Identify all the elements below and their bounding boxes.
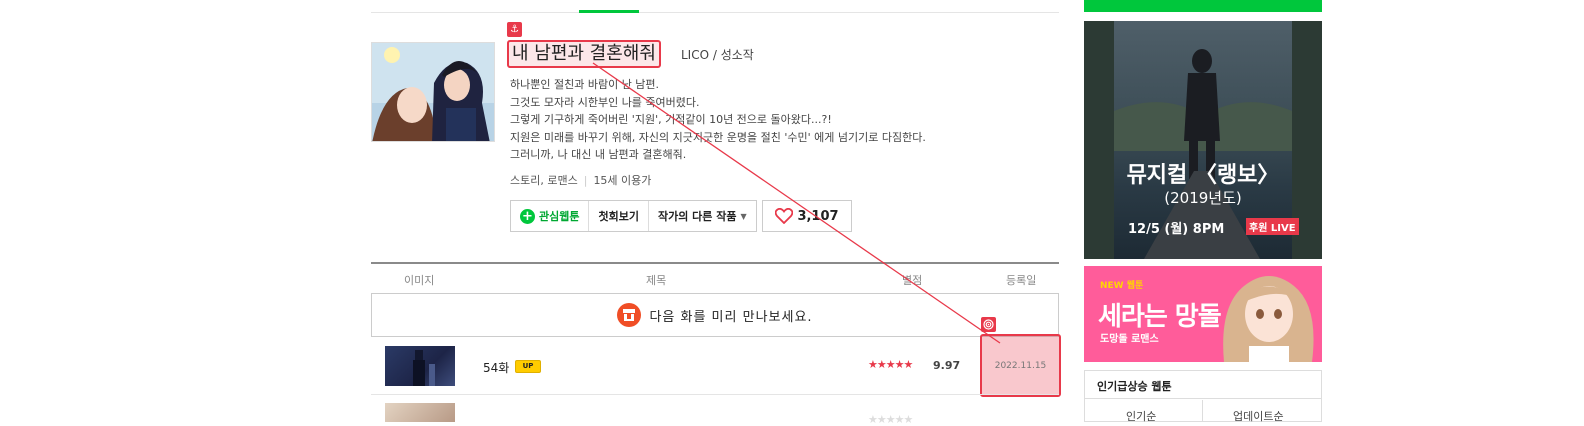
comic-title-wrapper: 내 남편과 결혼해줘	[507, 40, 661, 68]
description-line: 그렇게 기구하게 죽어버린 '지원', 기적같이 10년 전으로 돌아왔다...…	[510, 113, 832, 126]
comic-genre: 스토리, 로맨스	[510, 174, 578, 187]
comic-genre-info: 스토리, 로맨스 | 15세 이용가	[510, 172, 651, 188]
comic-title[interactable]: 내 남편과 결혼해줘	[507, 40, 661, 68]
description-line: 그러니까, 나 대신 내 남편과 결혼해줘.	[510, 148, 687, 161]
target-icon	[981, 317, 996, 332]
tab-separator	[1202, 400, 1203, 422]
row-divider	[371, 394, 1059, 395]
musical-ad-banner[interactable]: 뮤지컬 〈랭보〉 (2019년도) 12/5 (월) 8PM 후원 LIVE	[1084, 21, 1322, 259]
first-episode-button[interactable]: 첫회보기	[589, 201, 649, 231]
rating-stars: ★★★★★	[868, 413, 913, 426]
preview-next-episode-banner[interactable]: 다음 화를 미리 만나보세요.	[371, 293, 1059, 337]
ranking-title: 인기급상승 웹툰	[1097, 380, 1172, 393]
comic-description: 하나뿐인 절친과 바람이 난 남편. 그것도 모자라 시한부인 나를 죽여버렸다…	[510, 76, 1040, 164]
ranking-divider	[1085, 398, 1321, 399]
column-header-image: 이미지	[404, 274, 435, 287]
sidebar-top-banner[interactable]	[1084, 0, 1322, 12]
column-header-rating: 별점	[902, 274, 923, 287]
column-header-date: 등록일	[1006, 274, 1037, 287]
live-badge: 후원 LIVE	[1246, 218, 1299, 235]
table-top-border	[371, 262, 1059, 264]
ad-genre: 도망돌 로맨스	[1100, 334, 1159, 345]
like-count: 3,107	[797, 208, 839, 224]
tab-divider	[371, 12, 1059, 13]
favorite-label: 관심웹툰	[539, 210, 580, 223]
description-line: 지원은 미래를 바꾸기 위해, 자신의 지긋지긋한 운명을 절친 '수민' 에게…	[510, 130, 926, 144]
comic-thumbnail[interactable]	[371, 42, 495, 142]
new-webtoon-ad-banner[interactable]: NEW 웹툰 세라는 망돌 도망돌 로맨스	[1084, 266, 1322, 362]
episode-thumbnail[interactable]	[385, 403, 455, 422]
comic-age-rating: 15세 이용가	[593, 174, 652, 187]
genre-separator: |	[583, 174, 588, 187]
other-works-label: 작가의 다른 작품	[657, 210, 737, 223]
heart-icon	[775, 208, 794, 224]
rating-stars: ★★★★★	[868, 358, 913, 371]
description-line: 하나뿐인 절친과 바람이 난 남편.	[510, 78, 660, 91]
column-header-title: 제목	[646, 274, 667, 287]
active-tab-indicator	[579, 10, 639, 13]
comic-author[interactable]: LICO / 성소작	[681, 46, 754, 63]
episode-rating: 9.97	[933, 359, 961, 372]
anchor-icon: ⚓	[507, 22, 522, 37]
other-works-button[interactable]: 작가의 다른 작품 ▼	[649, 201, 756, 231]
episode-thumbnail[interactable]	[385, 346, 455, 386]
first-episode-label: 첫회보기	[598, 210, 639, 223]
preview-text: 다음 화를 미리 만나보세요.	[649, 309, 813, 325]
ad-title: 뮤지컬 〈랭보〉	[1126, 163, 1280, 188]
like-button[interactable]: 3,107	[762, 200, 852, 232]
ad-date: 12/5 (월) 8PM	[1128, 222, 1225, 237]
favorite-button[interactable]: + 관심웹툰	[511, 201, 590, 231]
ad-subtitle: (2019년도)	[1164, 189, 1242, 207]
description-line: 그것도 모자라 시한부인 나를 죽여버렸다.	[510, 95, 700, 109]
episode-title[interactable]: 54화	[483, 359, 509, 376]
comic-action-buttons: + 관심웹툰 첫회보기 작가의 다른 작품 ▼	[510, 200, 757, 232]
new-label: NEW 웹툰	[1100, 281, 1144, 291]
episode-date: 2022.11.15	[980, 334, 1061, 397]
caret-down-icon: ▼	[740, 211, 747, 221]
up-badge: UP	[515, 360, 541, 373]
plus-icon: +	[520, 208, 535, 224]
store-icon	[617, 303, 642, 327]
ad-title: 세라는 망돌	[1098, 302, 1222, 332]
